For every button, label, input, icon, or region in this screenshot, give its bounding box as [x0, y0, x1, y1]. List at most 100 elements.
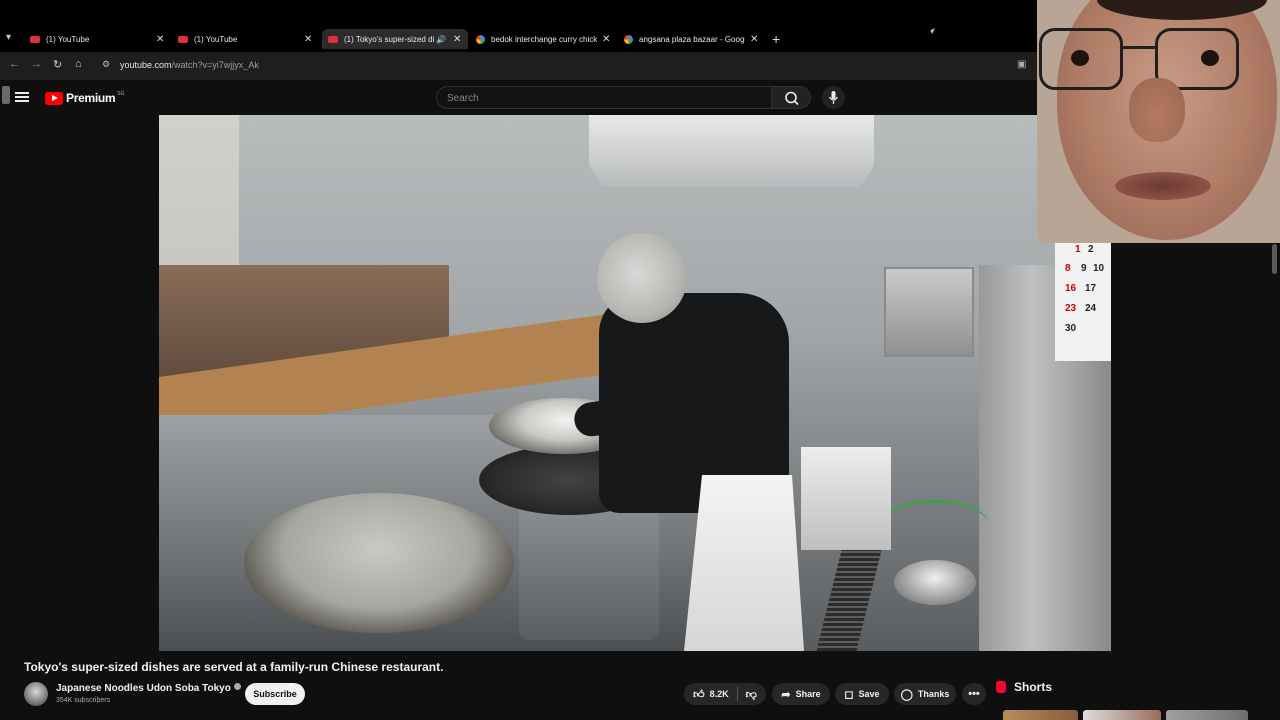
side-panel-handle[interactable]	[2, 86, 10, 104]
dislike-button[interactable]: 👎︎	[738, 688, 757, 701]
thumbs-up-icon: 👍︎	[693, 688, 705, 701]
cast-icon[interactable]: ▣	[1017, 59, 1026, 70]
close-tab-icon[interactable]: ✕	[304, 34, 312, 45]
browser-tab-youtube-2[interactable]: (1) YouTube ✕	[178, 29, 316, 49]
channel-avatar[interactable]	[24, 682, 48, 706]
tab-search-dropdown-icon[interactable]: ▾	[6, 32, 20, 46]
forward-arrow-icon[interactable]: →	[31, 58, 42, 70]
video-frame-large-pot	[244, 493, 514, 633]
share-label: Share	[795, 689, 821, 699]
calendar-day: 30	[1065, 323, 1077, 334]
verified-badge-icon	[233, 683, 241, 690]
browser-tab-active-video[interactable]: (1) Tokyo's super-sized dishes 🔊 ✕	[322, 29, 468, 49]
calendar-day: 1	[1075, 244, 1081, 255]
shorts-shelf-header[interactable]: Shorts	[996, 680, 1052, 694]
google-icon	[476, 34, 485, 44]
thumbs-down-icon: 👎︎	[745, 688, 757, 701]
tab-title: bedok interchange curry chicken	[491, 34, 597, 44]
site-info-icon[interactable]: ⚙	[102, 59, 110, 70]
save-button[interactable]: ◻ Save	[835, 683, 889, 705]
browser-tab-google-2[interactable]: angsana plaza bazaar - Google ✕	[624, 29, 762, 49]
search-button[interactable]	[771, 86, 811, 109]
back-arrow-icon[interactable]: ←	[9, 58, 20, 70]
video-frame-shelf	[884, 267, 974, 357]
close-tab-icon[interactable]: ✕	[602, 34, 610, 45]
tab-title: angsana plaza bazaar - Google	[639, 34, 745, 44]
video-frame-range-hood	[589, 115, 874, 187]
search-input[interactable]	[447, 91, 747, 105]
video-frame-burner	[519, 500, 659, 640]
youtube-icon	[178, 35, 188, 43]
video-player[interactable]: 1 2 8 9 10 16 17 23 24 30	[159, 115, 1111, 651]
like-dislike-group: 👍︎ 8.2K 👎︎	[684, 683, 766, 705]
url-path: /watch?v=yi7wjjyx_Ak	[171, 60, 259, 70]
url-field[interactable]: youtube.com/watch?v=yi7wjjyx_Ak	[120, 60, 259, 70]
share-arrow-icon: ➦	[781, 688, 791, 701]
reload-icon[interactable]: ↻	[53, 58, 62, 71]
logo-wordmark: Premium	[66, 91, 116, 105]
channel-name-link[interactable]: Japanese Noodles Udon Soba Tokyo	[56, 683, 241, 694]
calendar-day: 23	[1065, 303, 1077, 314]
microphone-icon	[829, 91, 838, 104]
video-frame-apron	[684, 475, 804, 651]
search-box	[436, 86, 772, 109]
subscribe-button[interactable]: Subscribe	[245, 683, 305, 705]
browser-tab-youtube-1[interactable]: (1) YouTube ✕	[30, 29, 168, 49]
scrollbar-thumb[interactable]	[1272, 244, 1277, 274]
close-tab-icon[interactable]: ✕	[156, 34, 164, 45]
shorts-logo-icon	[996, 681, 1006, 693]
subscriber-count: 354K subscribers	[56, 697, 111, 704]
youtube-icon	[30, 35, 40, 43]
browser-tab-google-1[interactable]: bedok interchange curry chicken ✕	[476, 29, 614, 49]
bookmark-icon: ◻	[844, 688, 854, 701]
webcam-glasses-lens	[1039, 28, 1123, 90]
calendar-day: 24	[1085, 303, 1097, 314]
super-thanks-icon: ◯	[900, 688, 913, 701]
tab-title: (1) Tokyo's super-sized dishes	[344, 34, 434, 44]
shorts-thumbnail[interactable]	[1003, 710, 1078, 720]
youtube-premium-logo[interactable]: Premium SG	[45, 91, 125, 105]
webcam-glasses-bridge	[1123, 46, 1155, 49]
video-frame-trash-bin	[801, 447, 891, 550]
video-frame-hose	[879, 500, 989, 550]
close-tab-icon[interactable]: ✕	[750, 34, 758, 45]
url-host: youtube.com	[120, 60, 172, 70]
calendar-day: 10	[1093, 263, 1105, 274]
shorts-thumbnail[interactable]	[1083, 710, 1161, 720]
like-button[interactable]: 👍︎ 8.2K	[693, 687, 738, 701]
more-actions-button[interactable]: •••	[962, 683, 986, 705]
close-tab-icon[interactable]: ✕	[453, 34, 461, 45]
youtube-icon	[328, 35, 338, 43]
home-icon[interactable]: ⌂	[75, 58, 82, 70]
share-button[interactable]: ➦ Share	[772, 683, 830, 705]
google-icon	[624, 34, 633, 44]
calendar-day: 16	[1065, 283, 1077, 294]
hamburger-menu-icon[interactable]	[15, 92, 29, 102]
calendar-day: 2	[1088, 244, 1094, 255]
tab-title: (1) YouTube	[194, 34, 238, 44]
thanks-button[interactable]: ◯ Thanks	[894, 683, 956, 705]
like-count: 8.2K	[709, 689, 729, 699]
video-title: Tokyo's super-sized dishes are served at…	[24, 660, 444, 674]
channel-name: Japanese Noodles Udon Soba Tokyo	[56, 683, 231, 694]
thanks-label: Thanks	[917, 689, 950, 699]
voice-search-button[interactable]	[822, 86, 845, 109]
calendar-day: 17	[1085, 283, 1097, 294]
audio-playing-icon[interactable]: 🔊	[436, 35, 446, 44]
video-frame-chef-head	[597, 233, 687, 323]
country-code: SG	[117, 91, 125, 97]
calendar-day: 8	[1065, 263, 1071, 274]
secondary-column	[1111, 243, 1280, 663]
new-tab-button[interactable]: +	[772, 31, 780, 47]
search-icon	[785, 91, 799, 106]
save-label: Save	[858, 689, 880, 699]
shorts-thumbnail[interactable]	[1166, 710, 1248, 720]
calendar-day: 9	[1081, 263, 1087, 274]
webcam-overlay	[1037, 0, 1280, 243]
shorts-label: Shorts	[1014, 680, 1053, 694]
webcam-mouth	[1115, 172, 1211, 200]
video-frame-bowl	[894, 560, 976, 605]
webcam-nose	[1129, 78, 1185, 142]
video-frame-calendar: 1 2 8 9 10 16 17 23 24 30	[1055, 241, 1111, 361]
youtube-play-icon	[45, 91, 63, 105]
